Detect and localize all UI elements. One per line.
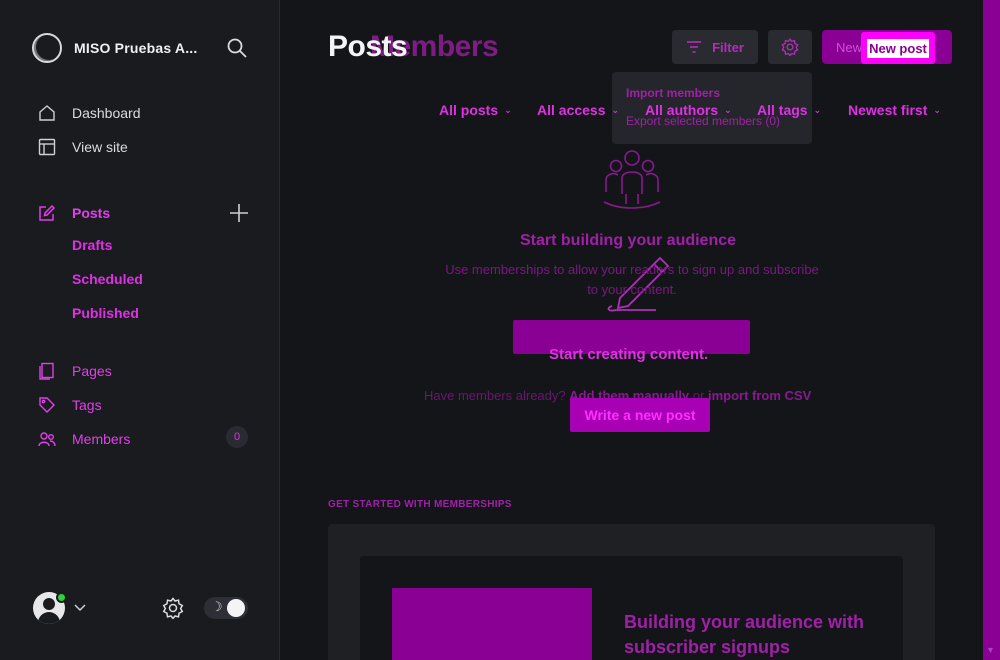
theme-toggle[interactable]: ☽ (204, 597, 248, 619)
sidebar-item-label: Dashboard (72, 105, 141, 121)
import-csv-link[interactable]: import from CSV (708, 388, 811, 403)
members-settings-button[interactable] (768, 30, 812, 64)
chevron-down-icon[interactable] (73, 601, 87, 615)
gear-icon (781, 38, 799, 56)
page-title: Posts (328, 30, 408, 63)
toggle-knob (227, 599, 245, 617)
chevron-down-icon: ⌄ (611, 104, 620, 115)
sidebar-item-drafts[interactable]: Drafts (72, 237, 112, 257)
scrollbar[interactable] (983, 0, 1000, 660)
moon-icon: ☽ (211, 599, 223, 614)
gear-icon[interactable] (162, 597, 184, 619)
filter-label: Filter (712, 39, 744, 55)
filter-button[interactable]: Filter (672, 30, 758, 64)
sidebar-item-label: Pages (72, 363, 112, 379)
sidebar-item-label: Tags (72, 397, 102, 413)
home-icon (39, 105, 55, 121)
sidebar-item-dashboard[interactable]: Dashboard (38, 103, 141, 123)
sidebar-item-published[interactable]: Published (72, 305, 139, 325)
write-new-post-label: Write a new post (584, 407, 696, 423)
empty-state-description: Use memberships to allow your readers to… (445, 262, 819, 297)
card-thumbnail (392, 588, 592, 660)
filter-all-authors[interactable]: All authors ⌄ (645, 102, 732, 118)
chevron-down-icon: ⌄ (933, 104, 941, 115)
filter-all-posts-label: All posts (439, 102, 499, 118)
sidebar: MISO Pruebas A... Dashboard View site Po… (0, 0, 280, 660)
search-icon[interactable] (226, 37, 248, 59)
sidebar-item-label: Members (72, 431, 131, 447)
filter-icon (687, 41, 702, 53)
import-members-item[interactable]: Import members (626, 86, 798, 100)
layout-icon (38, 138, 56, 156)
scroll-down-arrow-icon[interactable]: ▼ (986, 645, 995, 655)
online-status-icon (56, 592, 67, 603)
card-title: Building your audience with subscriber s… (624, 612, 865, 657)
sidebar-item-view-site[interactable]: View site (38, 137, 128, 157)
site-brand[interactable]: MISO Pruebas A... (32, 33, 197, 63)
section-label: GET STARTED WITH MEMBERSHIPS (328, 499, 512, 510)
tag-icon (39, 397, 55, 413)
filter-all-posts[interactable]: All posts ⌄ (439, 102, 512, 118)
add-post-icon[interactable] (229, 203, 249, 223)
members-icon (38, 432, 56, 447)
pages-icon (39, 362, 54, 380)
sort-order-label: Newest first (848, 102, 928, 118)
filter-all-tags-label: All tags (757, 102, 808, 118)
chevron-down-icon: ⌄ (724, 104, 732, 115)
sidebar-item-pages[interactable]: Pages (38, 361, 112, 381)
sidebar-item-posts[interactable]: Posts (38, 203, 110, 223)
sidebar-item-scheduled[interactable]: Scheduled (72, 271, 143, 291)
filter-all-tags[interactable]: All tags ⌄ (757, 102, 821, 118)
site-name: MISO Pruebas A... (74, 40, 198, 56)
write-new-post-button[interactable]: Write a new post (570, 398, 710, 432)
filter-all-authors-label: All authors (645, 102, 719, 118)
sidebar-item-members[interactable]: Members (38, 429, 130, 449)
sidebar-item-label: Posts (72, 205, 111, 221)
chevron-down-icon: ⌄ (813, 104, 822, 115)
start-creating-heading: Start creating content. (549, 346, 709, 363)
new-post-button[interactable]: New post (861, 32, 935, 64)
sidebar-item-tags[interactable]: Tags (38, 395, 102, 415)
edit-icon (39, 204, 56, 221)
members-count-badge: 0 (226, 426, 248, 448)
audience-icon (603, 150, 661, 209)
filter-all-access[interactable]: All access ⌄ (537, 102, 619, 118)
chevron-down-icon: ⌄ (504, 104, 512, 115)
sidebar-item-label: View site (72, 139, 128, 155)
sort-order[interactable]: Newest first ⌄ (848, 102, 941, 118)
empty-state-title: Start building your audience (520, 232, 737, 249)
filter-all-access-label: All access (537, 102, 606, 118)
have-members-prefix: Have members already? (424, 388, 566, 403)
site-logo-icon (32, 33, 62, 63)
new-post-label: New post (867, 38, 929, 58)
